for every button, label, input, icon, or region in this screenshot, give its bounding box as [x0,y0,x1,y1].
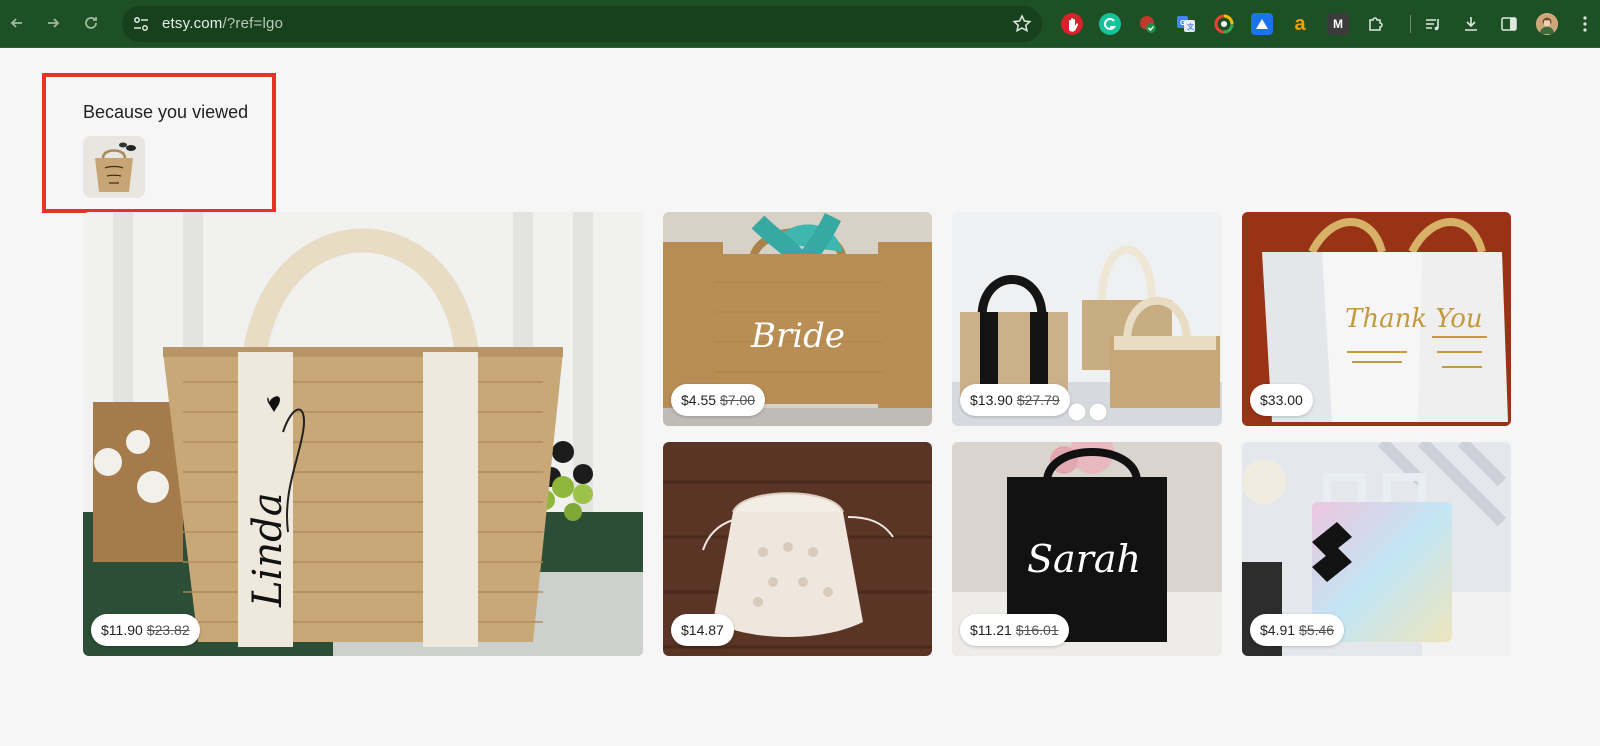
highlight-annotation-box [42,73,276,213]
toolbar-separator [1410,15,1411,33]
back-icon [10,18,22,28]
address-bar[interactable]: etsy.com/?ref=lgo [122,6,1042,42]
bag-name-text: Bride [750,316,845,356]
viewed-item-thumbnail[interactable] [83,136,145,198]
svg-text:G: G [1180,20,1186,27]
price-tag: $4.55 $7.00 [671,384,766,416]
url-text: etsy.com/?ref=lgo [162,15,284,32]
download-icon[interactable] [1460,13,1482,35]
product-image: Linda [83,212,643,656]
product-card-sarah-tote[interactable]: Sarah $11.21 $16.01 [952,442,1222,656]
current-price: $33.00 [1260,392,1303,408]
product-card-mini-totes[interactable]: $13.90 $27.79 [952,212,1222,426]
forward-icon [48,18,60,28]
bookmark-star-icon[interactable] [1012,14,1032,34]
original-price: $23.82 [146,622,190,638]
m-extension-icon[interactable]: M [1327,13,1349,35]
price-tag: $11.21 $16.01 [960,614,1069,646]
price-tag: $11.90 $23.82 [91,614,200,646]
browser-menu-icon[interactable] [1574,13,1596,35]
color-picker-icon[interactable] [1213,13,1235,35]
price-tag: $4.91 $5.46 [1250,614,1345,646]
price-tag: $33.00 [1250,384,1313,416]
original-price: $16.01 [1015,622,1059,638]
svg-text:文: 文 [1187,22,1195,31]
bag-text: Thank You [1345,304,1483,334]
product-card-holo-bag[interactable]: $4.91 $5.46 [1242,442,1511,656]
browser-toolbar: etsy.com/?ref=lgo G文 a M [0,0,1600,48]
product-card-thank-you-bags[interactable]: Thank You $33.00 [1242,212,1511,426]
price-tag: $14.87 [671,614,734,646]
reload-button[interactable] [78,10,104,36]
current-price: $14.87 [681,622,724,638]
current-price: $11.21 [970,622,1012,638]
current-price: $4.55 [681,392,717,408]
current-price: $13.90 [970,392,1013,408]
reload-icon [85,17,97,29]
grammarly-icon[interactable] [1099,13,1121,35]
price-tag: $13.90 $27.79 [960,384,1070,416]
drive-icon[interactable] [1251,13,1273,35]
product-card-straw-bag[interactable]: Linda $11.90 $23.82 [83,212,643,656]
current-price: $4.91 [1260,622,1296,638]
site-settings-icon[interactable] [132,15,150,33]
hand-extension-icon[interactable] [1061,13,1083,35]
amazon-icon[interactable]: a [1289,13,1311,35]
google-translate-icon[interactable]: G文 [1175,13,1197,35]
puzzle-icon[interactable] [1365,13,1387,35]
original-price: $27.79 [1016,392,1060,408]
back-button[interactable] [4,10,30,36]
original-price: $5.46 [1299,622,1335,638]
check-extension-icon[interactable] [1137,13,1159,35]
profile-avatar[interactable] [1536,13,1558,35]
side-panel-icon[interactable] [1498,13,1520,35]
section-title: Because you viewed [83,102,249,122]
current-price: $11.90 [101,622,143,638]
reading-list-icon[interactable] [1422,13,1444,35]
bag-name-text: Linda [245,492,291,608]
original-price: $7.00 [720,392,756,408]
forward-button[interactable] [40,10,66,36]
product-card-lace-pouch[interactable]: $14.87 [663,442,932,656]
bag-name-text: Sarah [1027,537,1141,581]
product-card-bride-tote[interactable]: Bride $4.55 $7.00 [663,212,932,426]
